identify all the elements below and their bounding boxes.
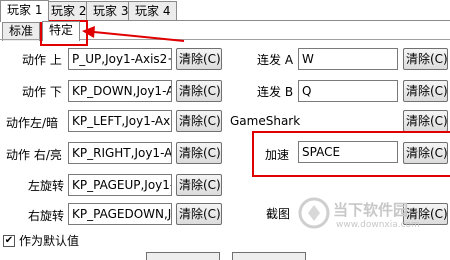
field-turbo-b[interactable]: Q: [298, 80, 398, 102]
watermark-text: 当下软件园: [333, 201, 409, 219]
label-gameshark: GameShark: [230, 114, 301, 128]
clear-button-action-up[interactable]: 清除(C): [176, 48, 222, 70]
clear-button-rotate-right[interactable]: 清除(C): [176, 203, 222, 225]
clear-button-rotate-left[interactable]: 清除(C): [176, 174, 222, 196]
watermark-logo-icon: [298, 197, 330, 229]
label-action-down: 动作 下: [22, 85, 62, 99]
clear-button-turbo-a[interactable]: 清除(C): [403, 48, 448, 70]
tab-player-4[interactable]: 玩家 4: [128, 1, 178, 21]
field-rotate-right[interactable]: KP_PAGEDOWN,Jo: [68, 203, 172, 225]
label-turbo-a: 连发 A: [257, 53, 294, 67]
label-screenshot: 截图: [266, 207, 291, 221]
watermark-url: www.downxia.com: [336, 220, 420, 230]
label-turbo-b: 连发 B: [257, 85, 294, 99]
field-rotate-left[interactable]: KP_PAGEUP,Joy1-/: [68, 174, 172, 196]
cancel-button-partial[interactable]: [232, 252, 306, 260]
clear-button-gameshark[interactable]: 清除(C): [403, 110, 448, 132]
ok-button-partial[interactable]: [146, 252, 220, 260]
tab-player-1[interactable]: 玩家 1: [0, 0, 50, 22]
field-action-down[interactable]: KP_DOWN,Joy1-A: [68, 80, 172, 102]
field-turbo-a[interactable]: W: [298, 48, 398, 70]
label-action-left: 动作左/暗: [6, 116, 59, 130]
label-action-right: 动作 右/亮: [6, 148, 62, 162]
field-action-up[interactable]: P_UP,Joy1-Axis2+: [68, 48, 172, 70]
field-action-left[interactable]: KP_LEFT,Joy1-Axis: [68, 110, 172, 132]
clear-button-action-down[interactable]: 清除(C): [176, 80, 222, 102]
label-action-up: 动作 上: [22, 53, 62, 67]
default-checkbox[interactable]: ✔: [3, 235, 15, 247]
clear-button-action-left[interactable]: 清除(C): [176, 110, 222, 132]
clear-button-action-right[interactable]: 清除(C): [176, 142, 222, 164]
field-action-right[interactable]: KP_RIGHT,Joy1-Ax: [68, 142, 172, 164]
default-checkbox-label: 作为默认值: [19, 234, 80, 248]
clear-button-turbo-b[interactable]: 清除(C): [403, 80, 448, 102]
label-rotate-right: 右旋转: [28, 209, 65, 223]
highlight-box-speedup: [252, 131, 450, 177]
tab-specific[interactable]: 特定: [42, 21, 81, 41]
label-rotate-left: 左旋转: [28, 179, 65, 193]
red-arrow-icon: [82, 26, 185, 42]
